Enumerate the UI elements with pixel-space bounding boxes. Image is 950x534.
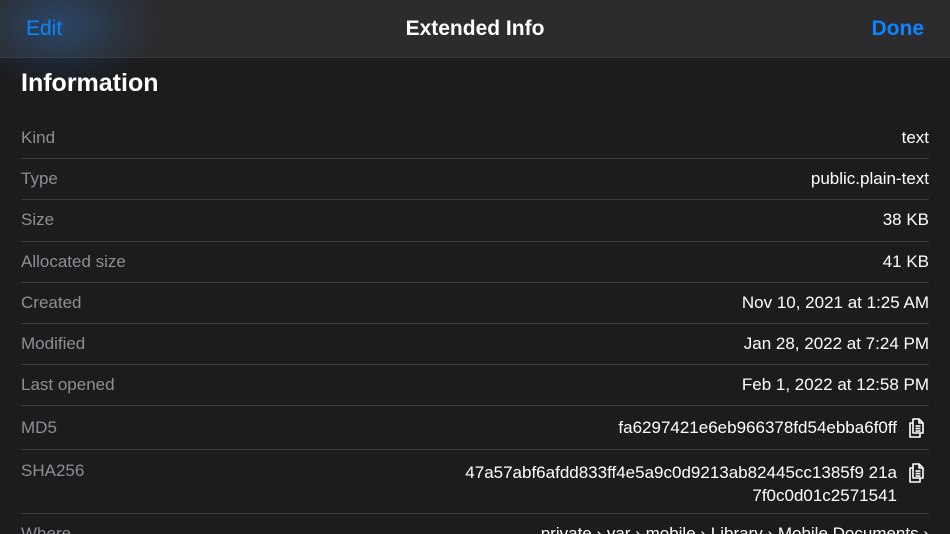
row-label: Allocated size bbox=[21, 251, 126, 271]
row-value: public.plain-text bbox=[810, 169, 929, 189]
row-label: MD5 bbox=[21, 417, 57, 437]
info-row-sha256: SHA256 47a57abf6afdd833ff4e5a9c0d9213ab8… bbox=[21, 450, 929, 515]
info-row-kind: Kind text bbox=[21, 118, 929, 160]
row-label: Size bbox=[21, 210, 55, 230]
row-value: 38 KB bbox=[882, 210, 929, 230]
info-row-allocated-size: Allocated size 41 KB bbox=[21, 242, 929, 283]
row-value-group: fa6297421e6eb966378fd54ebba6f0ff bbox=[618, 416, 929, 440]
done-button[interactable]: Done bbox=[872, 14, 925, 44]
row-value-group: 47a57abf6afdd833ff4e5a9c0d9213ab82445cc1… bbox=[457, 461, 929, 507]
section-title: Information bbox=[21, 69, 159, 97]
row-label: Modified bbox=[21, 334, 86, 354]
copy-icon[interactable] bbox=[905, 416, 929, 440]
info-row-where: Where private › var › mobile › Library ›… bbox=[21, 514, 929, 534]
info-content[interactable]: Information Kind text Type public.plain-… bbox=[0, 58, 950, 534]
copy-icon[interactable] bbox=[905, 461, 929, 485]
row-value: Nov 10, 2021 at 1:25 AM bbox=[741, 292, 929, 312]
info-row-type: Type public.plain-text bbox=[21, 159, 929, 201]
row-label: Type bbox=[21, 169, 58, 189]
row-label: Last opened bbox=[21, 375, 115, 395]
info-row-last-opened: Last opened Feb 1, 2022 at 12:58 PM bbox=[21, 365, 929, 407]
info-row-created: Created Nov 10, 2021 at 1:25 AM bbox=[21, 283, 929, 324]
info-list: Kind text Type public.plain-text Size 38… bbox=[21, 118, 929, 534]
info-row-size: Size 38 KB bbox=[21, 200, 929, 242]
info-row-modified: Modified Jan 28, 2022 at 7:24 PM bbox=[21, 324, 929, 366]
sha256-value[interactable]: 47a57abf6afdd833ff4e5a9c0d9213ab82445cc1… bbox=[457, 461, 897, 507]
row-label: Kind bbox=[21, 128, 56, 148]
page-title: Extended Info bbox=[405, 17, 545, 40]
row-value: Jan 28, 2022 at 7:24 PM bbox=[743, 334, 929, 354]
row-value: Feb 1, 2022 at 12:58 PM bbox=[741, 375, 929, 395]
row-label: Created bbox=[21, 292, 82, 312]
info-row-md5: MD5 fa6297421e6eb966378fd54ebba6f0ff bbox=[21, 406, 929, 451]
row-label: Where bbox=[21, 524, 72, 534]
navigation-bar: Edit Extended Info Done bbox=[0, 0, 950, 90]
md5-value[interactable]: fa6297421e6eb966378fd54ebba6f0ff bbox=[618, 416, 897, 439]
row-value: text bbox=[901, 128, 929, 148]
row-value: 41 KB bbox=[882, 251, 929, 271]
row-value[interactable]: private › var › mobile › Library › Mobil… bbox=[541, 524, 929, 534]
row-label: SHA256 bbox=[21, 461, 85, 481]
